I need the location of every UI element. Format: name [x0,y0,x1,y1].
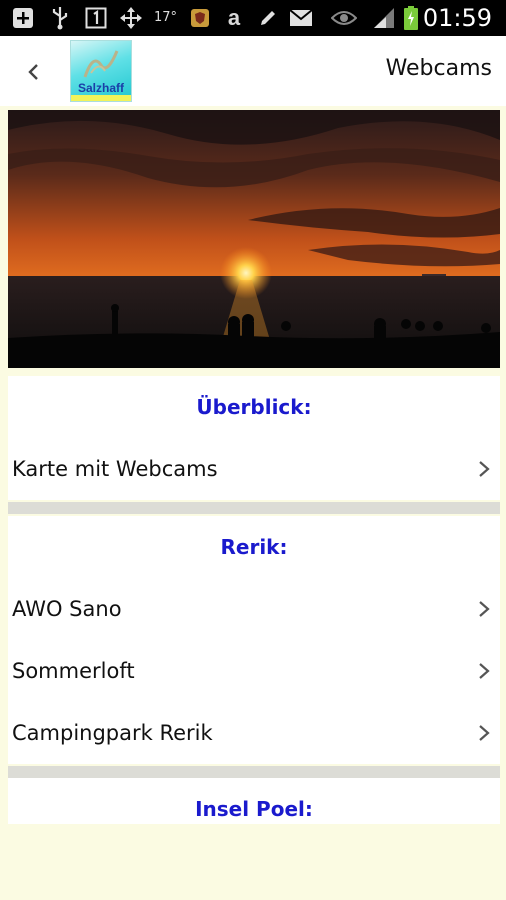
list-item-sommerloft[interactable]: Sommerloft [8,640,500,702]
notification-one-icon [84,6,108,30]
temperature-text: 17° [154,10,178,25]
list-item-label: Sommerloft [12,659,135,683]
page-title: Webcams [385,56,492,81]
list-item-awo-sano[interactable]: AWO Sano [8,578,500,640]
list-item-label: Campingpark Rerik [12,721,213,745]
mail-icon [288,6,314,30]
move-icon [118,6,144,30]
add-box-icon [10,6,36,30]
chevron-right-icon [479,461,490,477]
section-header-rerik: Rerik: [220,535,288,559]
status-bar: 17° a 01:59 [0,0,506,36]
list-item-campingpark-rerik[interactable]: Campingpark Rerik [8,702,500,764]
section-insel-poel: Insel Poel: [8,778,500,824]
list-item-label: Karte mit Webcams [12,457,218,481]
list-item-karte-mit-webcams[interactable]: Karte mit Webcams [8,438,500,500]
battery-charging-icon [402,6,420,30]
usb-icon [48,6,72,30]
logo-text: Salzhaff [77,81,124,95]
chevron-right-icon [479,725,490,741]
chevron-right-icon [479,601,490,617]
amazon-icon: a [227,5,241,30]
section-divider [8,766,500,778]
eye-icon [330,6,358,30]
pen-icon [256,6,280,30]
section-header-insel-poel: Insel Poel: [195,797,313,821]
section-rerik: Rerik: AWO Sano Sommerloft Campingpark R… [8,516,500,764]
app-logo: Salzhaff [70,40,132,102]
shield-app-icon [188,6,212,30]
list-item-label: AWO Sano [12,597,122,621]
app-bar: Salzhaff Webcams [0,36,506,106]
section-header-overview: Überblick: [196,395,312,419]
clock-text: 01:59 [422,4,492,32]
back-button[interactable] [18,56,50,88]
sunset-hero-image [8,110,500,368]
section-divider [8,502,500,514]
chevron-right-icon [479,663,490,679]
section-overview: Überblick: Karte mit Webcams [8,376,500,500]
chevron-left-icon [28,64,38,80]
signal-icon [370,6,398,30]
